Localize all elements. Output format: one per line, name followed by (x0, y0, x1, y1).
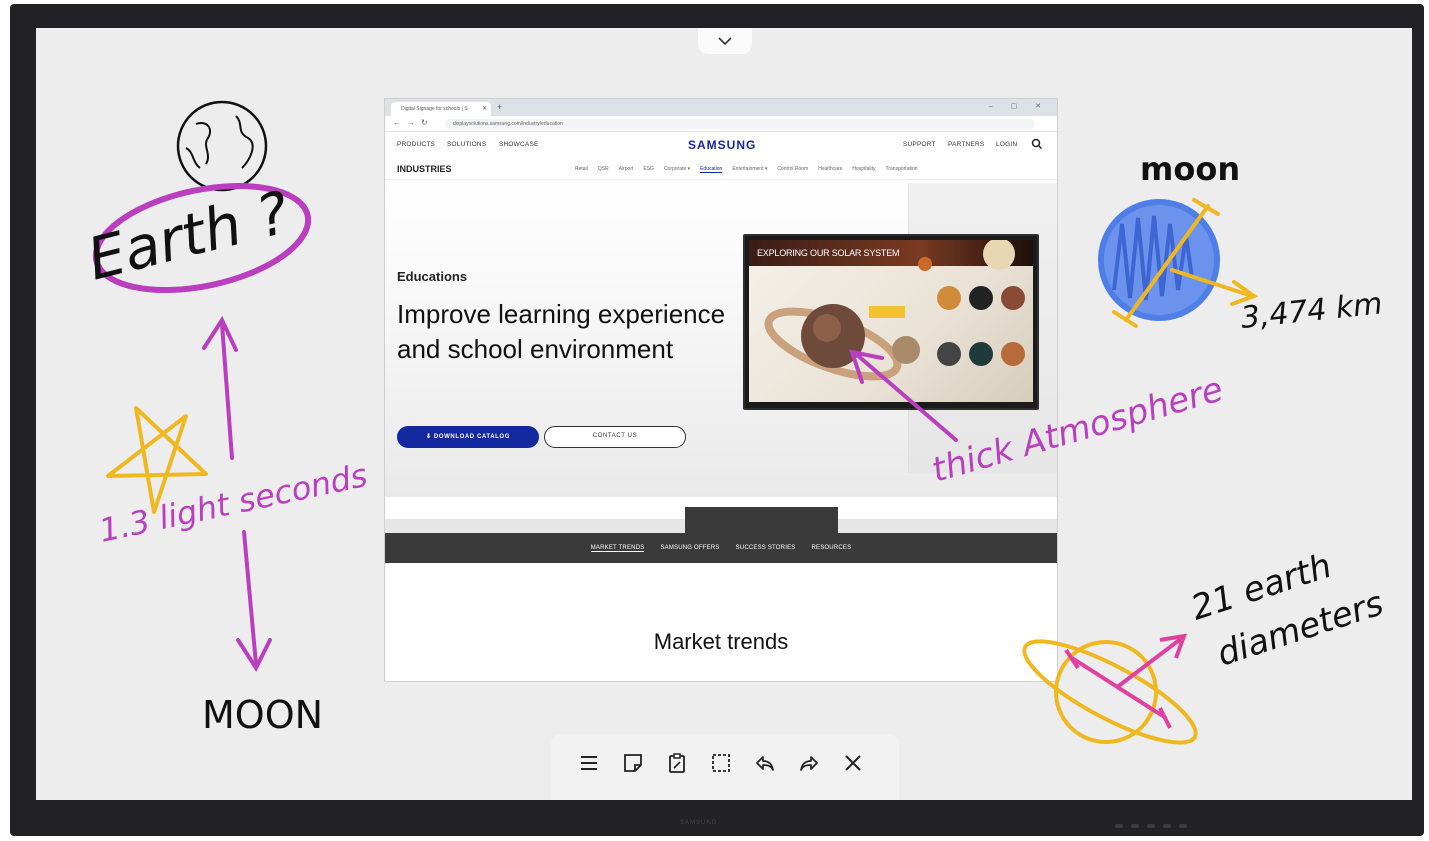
whiteboard-canvas[interactable]: Digital Signage for schools | S ✕ + – ▢ … (36, 28, 1412, 800)
earth-label: Earth ? (81, 178, 296, 294)
moon-label: moon (1140, 150, 1240, 188)
device-brand: SAMSUNG (680, 820, 718, 826)
moon-caps-label: MOON (202, 693, 323, 737)
ringed-planet-drawing (1022, 633, 1198, 745)
device-control[interactable] (1131, 824, 1139, 828)
device-controls[interactable] (1115, 824, 1187, 828)
light-seconds-label: 1.3 light seconds (96, 456, 371, 550)
atmosphere-label: thick Atmosphere (927, 369, 1227, 490)
device-control[interactable] (1115, 824, 1123, 828)
device-control[interactable] (1147, 824, 1155, 828)
device-control[interactable] (1163, 824, 1171, 828)
atmosphere-arrow (849, 349, 958, 442)
device-control[interactable] (1179, 824, 1187, 828)
moon-size-label: 3,474 km (1239, 286, 1384, 336)
globe-drawing (176, 100, 268, 192)
ink-annotations[interactable]: Earth ? 1.3 light seconds MOON moon 3,47… (36, 28, 1412, 800)
moon-drawing (1098, 198, 1259, 328)
